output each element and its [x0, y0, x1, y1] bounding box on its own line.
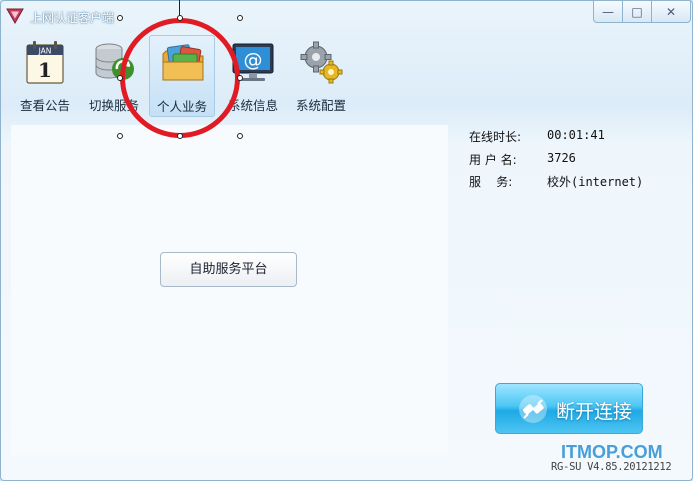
calendar-day: 1 [38, 58, 52, 82]
selection-handle-top-right[interactable] [237, 15, 243, 21]
disconnect-button[interactable]: 断开连接 [495, 383, 643, 434]
app-window: 上网认证客户端 — □ ✕ JAN 1 查看公告 切换服务 个人业务 @ 系统信… [0, 0, 693, 481]
selection-handle-bottom-left[interactable] [117, 133, 123, 139]
calendar-icon: JAN 1 [26, 41, 64, 84]
content-panel [11, 125, 448, 455]
service-value: 校外(internet) [547, 175, 644, 189]
minimize-button[interactable]: — [593, 1, 623, 23]
window-title: 上网认证客户端 [30, 11, 115, 25]
selection-handle-right[interactable] [237, 75, 243, 81]
toolbar-item-system-config[interactable]: 系统配置 [288, 35, 354, 117]
toolbar: JAN 1 查看公告 切换服务 个人业务 @ 系统信息 系统配置 [1, 31, 692, 121]
watermark: ITMOP.COM [561, 442, 663, 462]
calendar-month: JAN [38, 47, 52, 56]
online-time-value: 00:01:41 [547, 128, 605, 142]
close-icon: ✕ [665, 4, 677, 19]
version-label: RG-SU V4.85.20121212 [551, 461, 672, 473]
selection-handle-left[interactable] [117, 75, 123, 81]
username-label: 用 户 名: [469, 153, 517, 167]
online-time-label: 在线时长: [469, 130, 522, 144]
disconnect-label: 断开连接 [556, 401, 633, 423]
selection-handle-top[interactable] [177, 15, 183, 21]
selection-handle-bottom-right[interactable] [237, 133, 243, 139]
toolbar-item-announcements[interactable]: JAN 1 查看公告 [12, 35, 78, 117]
toolbar-item-label: 查看公告 [19, 98, 70, 113]
plug-icon [519, 395, 547, 423]
maximize-icon: □ [631, 4, 643, 19]
selection-handle-top-left[interactable] [117, 15, 123, 21]
title-bar[interactable]: 上网认证客户端 — □ ✕ [1, 1, 692, 31]
monitor-symbol: @ [244, 49, 263, 71]
close-button[interactable]: ✕ [651, 1, 691, 23]
maximize-button[interactable]: □ [622, 1, 652, 23]
selection-handle-bottom[interactable] [177, 133, 183, 139]
self-service-platform-button[interactable]: 自助服务平台 [160, 252, 297, 287]
gears-icon [300, 41, 343, 84]
app-logo-icon [6, 8, 24, 25]
toolbar-item-label: 系统配置 [295, 98, 346, 113]
service-label: 服 务: [469, 175, 513, 189]
minimize-icon: — [602, 4, 614, 19]
username-value: 3726 [547, 151, 576, 165]
annotation-circle[interactable] [120, 18, 240, 138]
